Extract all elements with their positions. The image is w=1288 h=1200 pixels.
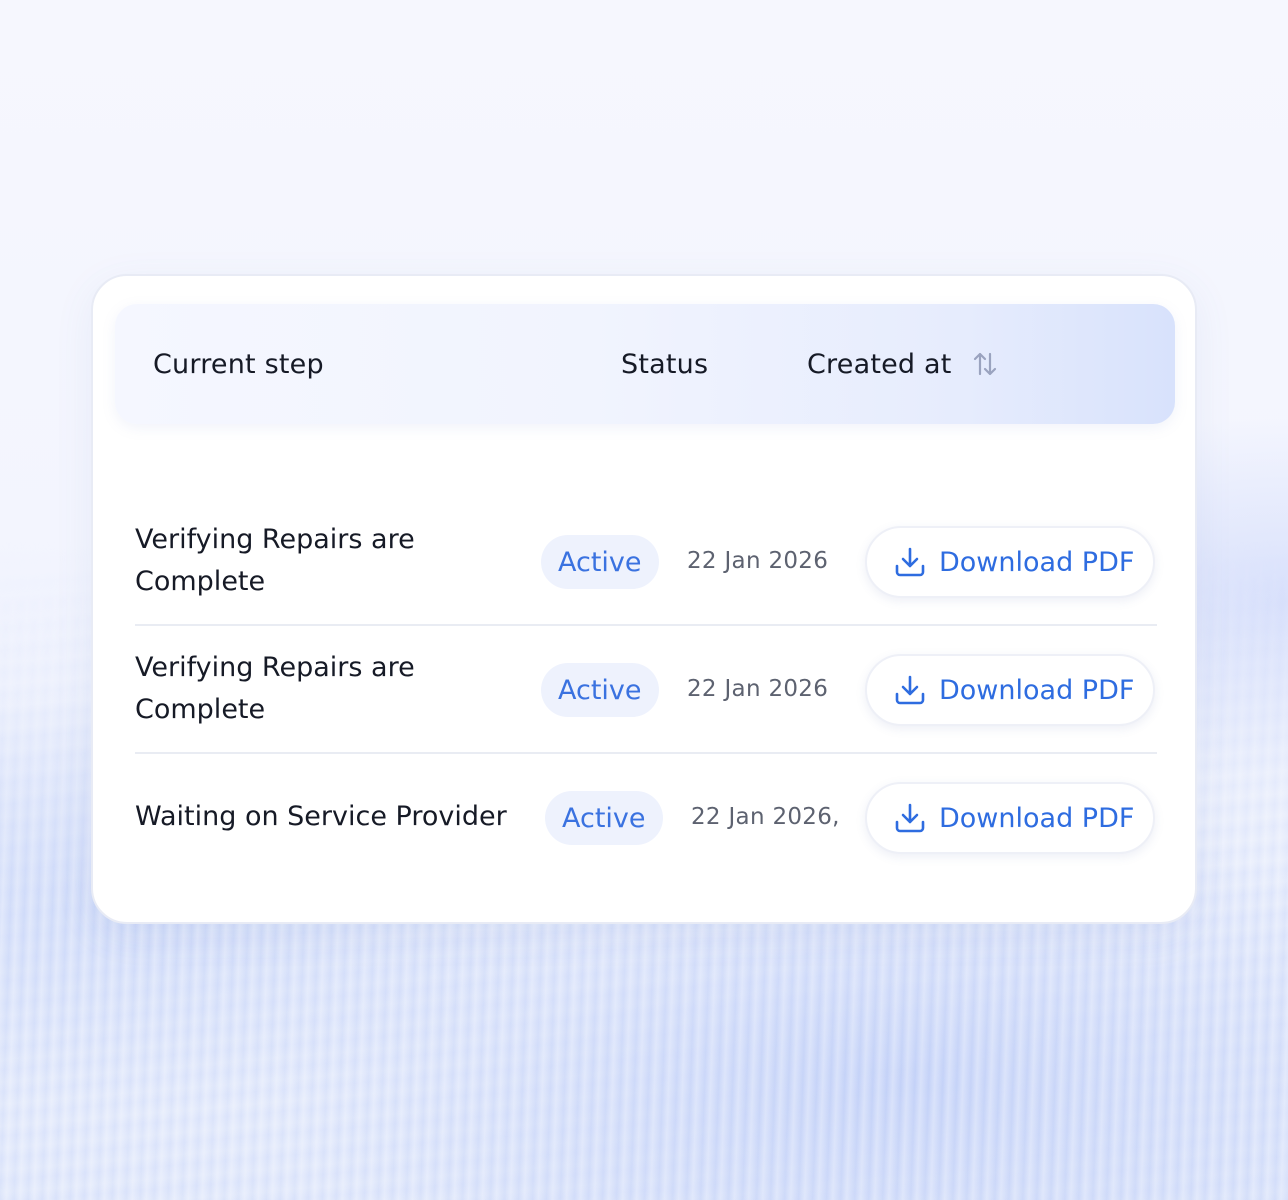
column-header-status: Status [621, 348, 709, 380]
download-pdf-button[interactable]: Download PDF [865, 654, 1155, 726]
column-header-current-step: Current step [153, 348, 324, 380]
current-step-cell: Verifying Repairs are Complete [135, 524, 415, 597]
table-header: Current step Status Created at [115, 304, 1175, 424]
download-pdf-button[interactable]: Download PDF [865, 526, 1155, 598]
table-row: Verifying Repairs are Complete Active 22… [135, 498, 1157, 626]
download-pdf-label: Download PDF [939, 802, 1135, 834]
status-badge: Active [545, 791, 663, 845]
current-step-cell: Verifying Repairs are Complete [135, 652, 415, 725]
download-icon [893, 545, 927, 579]
table-row: Waiting on Service Provider Active 22 Ja… [135, 754, 1157, 882]
created-at-cell: 22 Jan 2026, [691, 804, 840, 830]
table-row: Verifying Repairs are Complete Active 22… [135, 626, 1157, 754]
status-badge: Active [541, 535, 659, 589]
table-card: Current step Status Created at Verifying… [91, 274, 1197, 924]
download-icon [893, 801, 927, 835]
sort-arrows-icon[interactable] [970, 349, 1000, 379]
column-header-created-at[interactable]: Created at [807, 304, 1000, 424]
status-badge: Active [541, 663, 659, 717]
download-pdf-button[interactable]: Download PDF [865, 782, 1155, 854]
download-pdf-label: Download PDF [939, 546, 1135, 578]
download-icon [893, 673, 927, 707]
created-at-cell: 22 Jan 2026 [687, 676, 829, 702]
created-at-cell: 22 Jan 2026 [687, 548, 829, 574]
column-header-created-at-label: Created at [807, 348, 952, 380]
current-step-cell: Waiting on Service Provider [135, 801, 507, 832]
download-pdf-label: Download PDF [939, 674, 1135, 706]
